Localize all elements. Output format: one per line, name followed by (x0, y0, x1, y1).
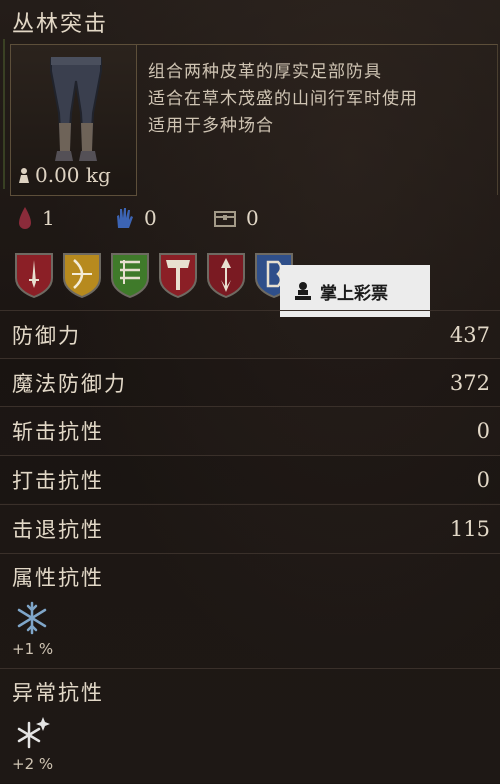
small-stat-value: 0 (144, 206, 157, 230)
blue-hand-icon (117, 208, 133, 228)
item-image-frame: 0.00 kg (3, 39, 137, 196)
description-line-2: 适合在草木茂盛的山间行军时使用 (148, 89, 418, 109)
stat-value: 115 (449, 516, 490, 541)
resist-value: +2 % (12, 755, 54, 773)
axe-shield-icon[interactable] (158, 250, 198, 298)
bleed-drop-icon (19, 207, 31, 229)
chest-icon (214, 211, 236, 227)
small-stat-bleed: 1 (18, 206, 55, 230)
weight-icon (19, 168, 29, 183)
stat-label: 打击抗性 (12, 468, 104, 493)
item-title: 丛林突击 (12, 12, 109, 37)
small-stat-chest: 0 (214, 206, 259, 230)
item-detail-panel: 丛林突击 0.00 kg 组合两种皮革的厚实足部防具 适合在草木茂盛的山间行军时… (0, 0, 500, 783)
stat-value: 372 (449, 370, 490, 395)
stamp-icon (295, 282, 311, 300)
stat-label: 防御力 (12, 323, 81, 348)
frost-sparkle-icon (17, 717, 50, 749)
stat-row-knockback-resist: 击退抗性 115 (0, 504, 500, 552)
leg-armor-icon (50, 57, 102, 161)
stat-value: 0 (476, 467, 490, 492)
stat-label: 魔法防御力 (12, 371, 127, 396)
affinity-icons-row (14, 250, 294, 302)
stat-value: 437 (449, 322, 490, 347)
sword-shield-icon[interactable] (14, 250, 54, 298)
weight-value: 0.00 kg (35, 163, 111, 187)
watermark-text: 掌上彩票 (320, 283, 388, 304)
stat-row-defense: 防御力 437 (0, 310, 500, 358)
ladder-shield-icon[interactable] (110, 250, 150, 298)
section-label: 异常抗性 (12, 681, 104, 705)
snowflake-icon (17, 601, 47, 635)
small-stat-value: 0 (246, 206, 259, 230)
status-resist-section: 异常抗性 +2 % (0, 668, 500, 784)
spear-shield-icon[interactable] (206, 250, 246, 298)
stat-label: 击退抗性 (12, 517, 104, 542)
stat-row-slash-resist: 斩击抗性 0 (0, 406, 500, 454)
attribute-resist-section: 属性抗性 +1 % (0, 553, 500, 669)
stat-value: 0 (476, 418, 490, 443)
stat-row-strike-resist: 打击抗性 0 (0, 455, 500, 503)
small-stat-hand: 0 (114, 206, 157, 230)
stat-label: 斩击抗性 (12, 419, 104, 444)
bow-shield-icon[interactable] (62, 250, 102, 298)
small-stat-value: 1 (42, 206, 55, 230)
stat-row-magic-defense: 魔法防御力 372 (0, 358, 500, 406)
weight-display: 0.00 kg (17, 163, 111, 187)
description-line-3: 适用于多种场合 (148, 116, 274, 136)
section-label: 属性抗性 (12, 566, 104, 590)
description-line-1: 组合两种皮革的厚实足部防具 (148, 62, 382, 82)
resist-value: +1 % (12, 640, 54, 658)
